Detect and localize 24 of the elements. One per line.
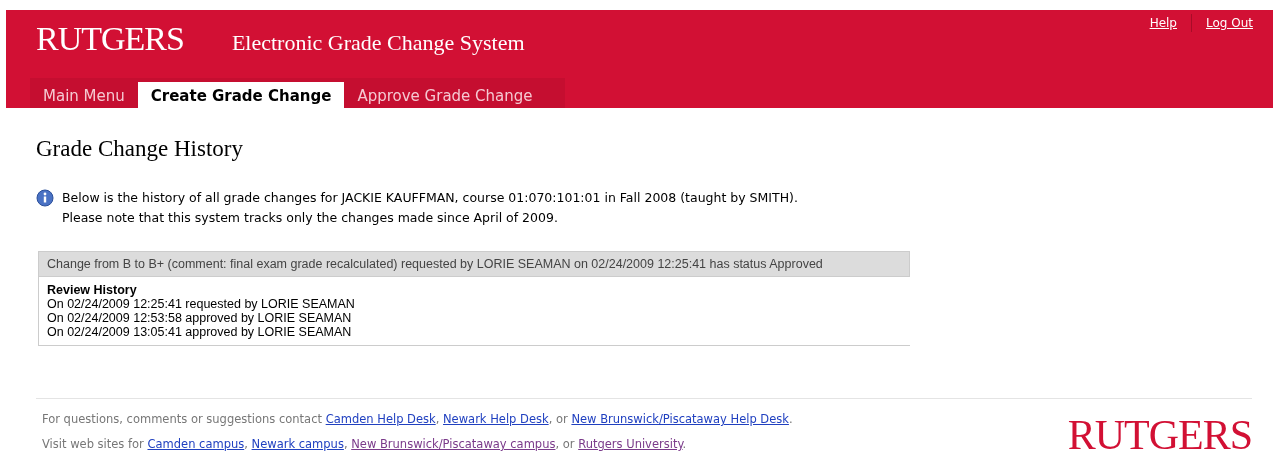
- footer-link[interactable]: New Brunswick/Piscataway Help Desk: [571, 412, 789, 426]
- footer-link[interactable]: Newark campus: [251, 437, 344, 451]
- footer-link[interactable]: Camden Help Desk: [325, 412, 436, 426]
- info-icon: [36, 189, 54, 207]
- change-summary: Change from B to B+ (comment: final exam grade recalculated) requested by LORIE SEAMAN on 02/24/2009 12:25:41 has status Approved: [38, 251, 910, 277]
- page-title: Grade Change History: [36, 136, 244, 162]
- nav-tab[interactable]: Approve Grade Change: [344, 82, 546, 108]
- history-entry: On 02/24/2009 12:25:41 requested by LORIE SEAMAN: [47, 297, 356, 311]
- nav-tab[interactable]: Main Menu: [30, 82, 138, 108]
- footer-link[interactable]: Rutgers University: [578, 437, 683, 451]
- header-link[interactable]: Log Out: [1206, 16, 1253, 30]
- footer-text: For questions, comments or suggestions contact Camden Help Desk, Newark Help Desk, or New Brunswick/Piscataway Help Desk.: [42, 411, 793, 428]
- review-history-title: Review History: [47, 283, 138, 297]
- app-title: Electronic Grade Change System: [231, 30, 525, 56]
- footer-link[interactable]: Newark Help Desk: [443, 412, 549, 426]
- footer-text: Visit web sites for Camden campus, Newark campus, New Brunswick/Piscataway campus, or Rutgers University.: [42, 436, 688, 453]
- info-text: Please note that this system tracks only the changes made since April of 2009.: [62, 209, 559, 227]
- rutgers-logo: RUTGERS: [36, 20, 184, 58]
- info-text: Below is the history of all grade changes for JACKIE KAUFFMAN, course 01:070:101:01 in Fall 2008 (taught by SMITH).: [62, 189, 798, 207]
- rutgers-logo: RUTGERS: [1067, 415, 1252, 455]
- nav-tab[interactable]: Create Grade Change: [137, 82, 345, 108]
- history-entry: On 02/24/2009 13:05:41 approved by LORIE SEAMAN: [47, 325, 353, 339]
- history-entry: On 02/24/2009 12:53:58 approved by LORIE SEAMAN: [47, 311, 353, 325]
- header-link[interactable]: Help: [1149, 16, 1177, 30]
